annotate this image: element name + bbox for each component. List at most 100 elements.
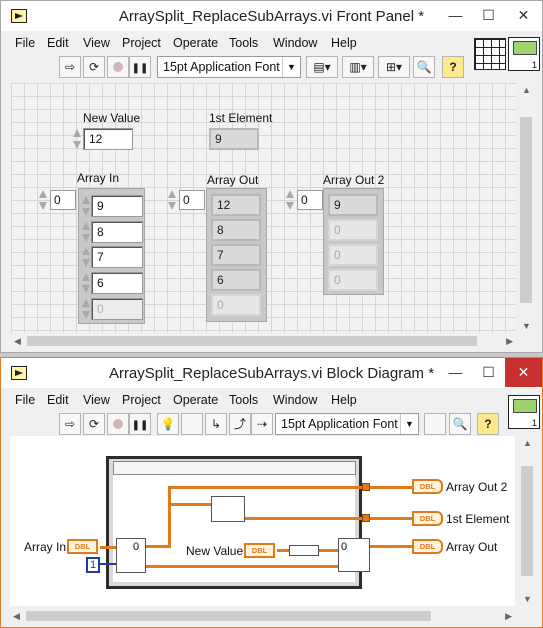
array-in-element[interactable]: 6 (91, 272, 143, 294)
help-icon[interactable]: ? (477, 413, 499, 435)
scrollbar-thumb[interactable] (520, 117, 532, 303)
front-panel-titlebar[interactable]: ArraySplit_ReplaceSubArrays.vi Front Pan… (1, 1, 542, 31)
distribute-objects-icon[interactable]: ▥▾ (342, 56, 374, 78)
menu-file[interactable]: File (15, 393, 35, 407)
menu-help[interactable]: Help (331, 36, 357, 50)
first-element-terminal[interactable]: DBL (412, 511, 443, 526)
resize-objects-icon[interactable]: ⊞▾ (378, 56, 410, 78)
output-tunnel[interactable] (362, 483, 370, 491)
menu-project[interactable]: Project (122, 36, 161, 50)
wire[interactable] (277, 549, 289, 552)
array-out-terminal[interactable]: DBL (412, 539, 443, 554)
array-in-element[interactable]: 7 (91, 246, 143, 268)
pause-icon[interactable] (129, 56, 151, 78)
minimize-button[interactable]: — (439, 1, 472, 30)
pause-icon[interactable] (129, 413, 151, 435)
connector-pane-icon[interactable] (474, 38, 506, 70)
array-in-element[interactable]: 0 (91, 298, 143, 320)
array-in-element[interactable]: 9 (91, 195, 143, 217)
close-button[interactable]: ✕ (505, 1, 542, 30)
scroll-up-icon[interactable]: ▲ (522, 85, 531, 95)
array-split-node[interactable] (116, 538, 146, 573)
block-diagram-horizontal-scrollbar[interactable]: ◀ ▶ (10, 608, 515, 624)
wire[interactable] (146, 565, 338, 568)
front-panel-horizontal-scrollbar[interactable]: ◀ ▶ (11, 333, 516, 349)
menu-view[interactable]: View (83, 393, 110, 407)
wire[interactable] (168, 503, 212, 506)
array-out-2-terminal[interactable]: DBL (412, 479, 443, 494)
array-in-element[interactable]: 8 (91, 221, 143, 243)
menu-operate[interactable]: Operate (173, 393, 218, 407)
abort-icon[interactable] (107, 413, 129, 435)
minimize-button[interactable]: — (439, 358, 472, 387)
maximize-button[interactable]: ☐ (472, 1, 505, 30)
retain-wire-values-icon[interactable] (181, 413, 203, 435)
array-out-index-spinner[interactable] (167, 189, 178, 211)
scroll-left-icon[interactable]: ◀ (14, 336, 21, 347)
scroll-down-icon[interactable]: ▼ (523, 594, 532, 604)
menu-project[interactable]: Project (122, 393, 161, 407)
menu-edit[interactable]: Edit (47, 393, 69, 407)
menu-view[interactable]: View (83, 36, 110, 50)
menu-file[interactable]: File (15, 36, 35, 50)
menu-operate[interactable]: Operate (173, 36, 218, 50)
new-value-control[interactable]: 12 (83, 128, 133, 150)
new-value-increment-decrement[interactable] (72, 128, 83, 150)
wire[interactable] (146, 545, 170, 548)
run-arrow-icon[interactable]: ⇨ (59, 413, 81, 435)
scroll-right-icon[interactable]: ▶ (506, 336, 513, 347)
run-continuous-icon[interactable]: ⟳ (83, 56, 105, 78)
array-in-index[interactable]: 0 (50, 190, 76, 210)
menu-edit[interactable]: Edit (47, 36, 69, 50)
run-continuous-icon[interactable]: ⟳ (83, 413, 105, 435)
block-diagram-titlebar[interactable]: ArraySplit_ReplaceSubArrays.vi Block Dia… (1, 358, 542, 388)
scrollbar-thumb[interactable] (27, 336, 477, 346)
wire[interactable] (370, 486, 413, 489)
close-button[interactable]: ✕ (505, 358, 542, 387)
wire[interactable] (99, 563, 117, 565)
wire[interactable] (168, 486, 171, 548)
align-objects-icon[interactable]: ▤▾ (306, 56, 338, 78)
reorder-icon[interactable] (424, 413, 446, 435)
menu-help[interactable]: Help (331, 393, 357, 407)
help-icon[interactable]: ? (442, 56, 464, 78)
vi-icon[interactable] (508, 37, 540, 71)
block-diagram-vertical-scrollbar[interactable]: ▲ ▼ (519, 436, 535, 606)
array-out-2-index-spinner[interactable] (285, 189, 296, 211)
scroll-up-icon[interactable]: ▲ (523, 438, 532, 448)
wire[interactable] (319, 549, 338, 552)
menu-window[interactable]: Window (273, 36, 317, 50)
scrollbar-thumb[interactable] (26, 611, 431, 621)
array-out-2-index[interactable]: 0 (297, 190, 323, 210)
wire[interactable] (245, 517, 364, 520)
build-array-node[interactable] (289, 545, 319, 556)
run-arrow-icon[interactable]: ⇨ (59, 56, 81, 78)
search-icon[interactable]: 🔍 (413, 56, 435, 78)
array-in-index-spinner[interactable] (38, 189, 49, 211)
new-value-terminal[interactable]: DBL (244, 543, 275, 558)
font-selector[interactable]: 15pt Application Font ▼ (275, 413, 419, 435)
scroll-right-icon[interactable]: ▶ (505, 611, 512, 622)
highlight-execution-icon[interactable]: 💡 (157, 413, 179, 435)
maximize-button[interactable]: ☐ (472, 358, 505, 387)
menu-tools[interactable]: Tools (229, 36, 258, 50)
wire[interactable] (370, 545, 413, 548)
search-icon[interactable]: 🔍 (449, 413, 471, 435)
step-over-icon[interactable]: ⤴ (229, 413, 251, 435)
array-out-index[interactable]: 0 (179, 190, 205, 210)
step-into-icon[interactable]: ↳ (205, 413, 227, 435)
index-array-node[interactable] (211, 496, 245, 522)
wire[interactable] (100, 546, 117, 549)
wire[interactable] (168, 486, 364, 489)
array-in-terminal[interactable]: DBL (67, 539, 98, 554)
menu-window[interactable]: Window (273, 393, 317, 407)
vi-icon[interactable] (508, 395, 540, 429)
scroll-down-icon[interactable]: ▼ (522, 321, 531, 331)
step-out-icon[interactable]: ⇢ (251, 413, 273, 435)
wire[interactable] (370, 517, 413, 520)
scrollbar-thumb[interactable] (521, 466, 533, 576)
font-selector[interactable]: 15pt Application Font ▼ (157, 56, 301, 78)
scroll-left-icon[interactable]: ◀ (13, 611, 20, 622)
front-panel-vertical-scrollbar[interactable]: ▲ ▼ (518, 83, 534, 333)
abort-icon[interactable] (107, 56, 129, 78)
